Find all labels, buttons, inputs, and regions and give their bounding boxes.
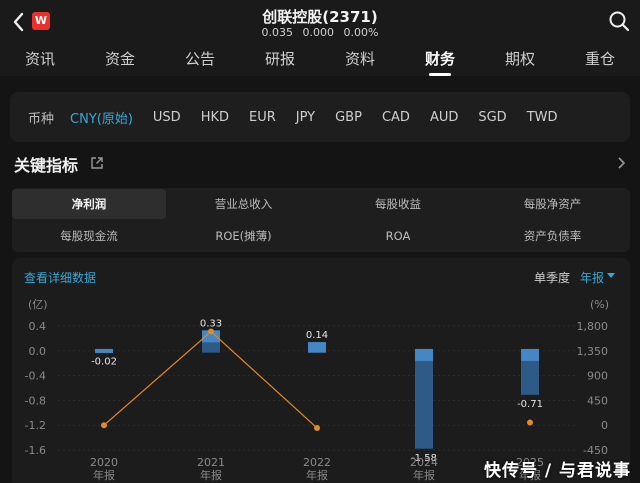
watermark: 快传号 / 与君说事 [484, 461, 632, 481]
search-icon[interactable] [608, 10, 630, 32]
metric-tab[interactable]: 资产负债率 [476, 221, 630, 251]
metric-tab[interactable]: 营业总收入 [167, 189, 321, 219]
stock-change-pct: 0.00% [343, 26, 379, 39]
tab-profile[interactable]: 资料 [320, 44, 400, 76]
metric-tab[interactable]: 每股净资产 [476, 189, 630, 219]
currency-option[interactable]: AUD [430, 110, 458, 125]
key-metrics-title: 关键指标 [14, 156, 79, 175]
tab-news[interactable]: 资讯 [0, 44, 80, 76]
tab-funds[interactable]: 资金 [80, 44, 160, 76]
currency-option[interactable]: JPY [296, 110, 315, 125]
chevron-down-icon[interactable] [607, 273, 615, 278]
chart-card [12, 258, 630, 483]
currency-option[interactable]: EUR [249, 110, 276, 125]
stock-title: 创联控股(2371) [262, 8, 378, 26]
stock-quote: 0.035 0.000 0.00% [0, 26, 640, 39]
stock-change: 0.000 [302, 26, 335, 39]
stock-price: 0.035 [261, 26, 294, 39]
tab-holdings[interactable]: 重仓 [560, 44, 640, 76]
currency-option[interactable]: GBP [335, 110, 362, 125]
tab-finance[interactable]: 财务 [400, 44, 480, 76]
metric-tab[interactable]: ROE(摊薄) [167, 221, 321, 251]
tab-research[interactable]: 研报 [240, 44, 320, 76]
currency-selector: 币种 CNY(原始) USD HKD EUR JPY GBP CAD AUD SGD TWD [10, 92, 630, 142]
chevron-right-icon[interactable] [616, 156, 626, 170]
metric-tab[interactable]: ROA [321, 221, 475, 251]
view-details-link[interactable]: 查看详细数据 [24, 269, 96, 286]
currency-option[interactable]: HKD [201, 110, 229, 125]
metric-tab[interactable]: 净利润 [12, 189, 166, 219]
period-selector[interactable]: 单季度 [534, 269, 570, 286]
currency-option[interactable]: CAD [382, 110, 410, 125]
metrics-grid: 净利润 营业总收入 每股收益 每股净资产每股现金流 ROE(摊薄) ROA 资产负债率 [12, 188, 630, 252]
currency-option[interactable]: CNY(原始) [70, 108, 133, 127]
currency-option[interactable]: TWD [527, 110, 558, 125]
currency-label: 币种 [28, 111, 55, 127]
tab-announcements[interactable]: 公告 [160, 44, 240, 76]
metric-tab[interactable]: 每股现金流 [12, 221, 166, 251]
report-type-dropdown[interactable]: 年报 [580, 269, 604, 286]
tab-options[interactable]: 期权 [480, 44, 560, 76]
currency-option[interactable]: USD [153, 110, 181, 125]
external-link-icon[interactable] [90, 156, 104, 170]
currency-option[interactable]: SGD [478, 110, 506, 125]
section-tabs: 资讯 资金 公告 研报 资料 财务 期权 重仓 [0, 44, 640, 76]
metric-tab[interactable]: 每股收益 [321, 189, 475, 219]
app-header: W 创联控股(2371) 0.035 0.000 0.00% [0, 0, 640, 44]
